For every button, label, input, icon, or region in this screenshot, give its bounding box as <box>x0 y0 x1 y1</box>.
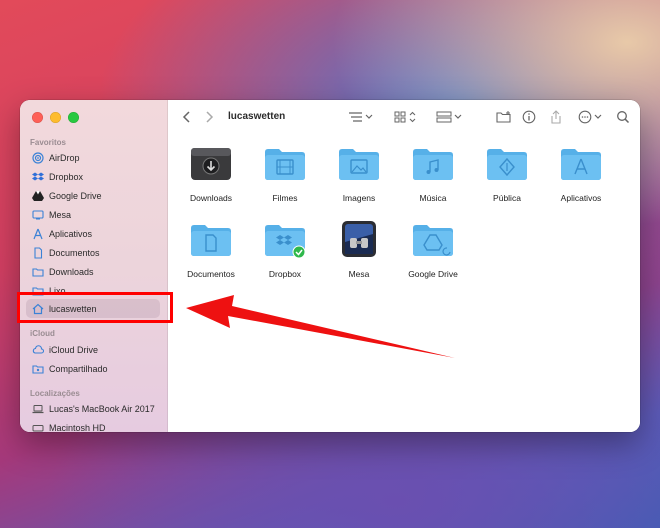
annotation-arrow <box>186 295 455 358</box>
